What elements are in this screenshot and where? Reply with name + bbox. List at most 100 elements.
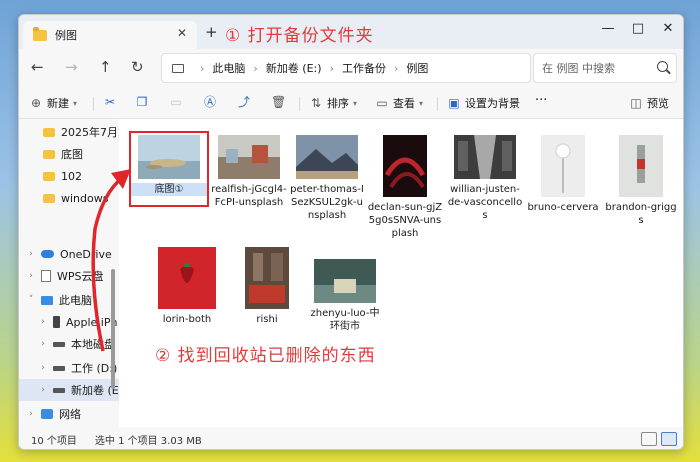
sidebar-item-onedrive[interactable]: › OneDrive: [19, 243, 119, 265]
sidebar-item-this-pc[interactable]: ˅ 此电脑: [19, 289, 119, 311]
sort-button[interactable]: ⇅ 排序 ▾: [309, 95, 357, 111]
file-item-peter-thomas[interactable]: peter-thomas-ISezKSUL2gk-unsplash: [289, 135, 365, 222]
back-button[interactable]: ←: [31, 58, 44, 76]
folder-icon: [43, 127, 55, 137]
sidebar-item-volume-e[interactable]: ›新加卷 (E:): [19, 379, 119, 401]
file-item-rishi[interactable]: rishi: [229, 247, 305, 326]
file-name: willian-justen-de-vasconcellos: [447, 184, 523, 221]
details-view-button[interactable]: [641, 432, 657, 446]
sidebar-item-base-images[interactable]: 底图: [19, 143, 119, 165]
search-icon[interactable]: [657, 61, 668, 72]
new-tab-button[interactable]: +: [205, 23, 218, 41]
breadcrumb-separator: ›: [200, 61, 205, 75]
preview-button[interactable]: ◫ 预览: [629, 95, 669, 111]
folder-icon: [43, 149, 55, 159]
file-item-bruno-cervera[interactable]: bruno-cervera: [525, 135, 601, 214]
file-item-declan-sun[interactable]: declan-sun-gjZ5g0sSNVA-unsplash: [367, 135, 443, 240]
file-explorer-window: 例图 ✕ + ① 打开备份文件夹 — □ ✕ ← → ↑ ↻ › 此电脑 › 新…: [18, 14, 684, 450]
chevron-right-icon[interactable]: ›: [37, 339, 49, 349]
minimize-button[interactable]: —: [593, 21, 623, 36]
breadcrumb-volume-e[interactable]: 新加卷 (E:): [266, 60, 322, 76]
sidebar-item-wps-cloud[interactable]: › WPS云盘: [19, 265, 119, 287]
more-button[interactable]: ···: [535, 93, 547, 108]
rename-button[interactable]: Ⓐ: [203, 95, 221, 109]
file-item-willian-justen[interactable]: willian-justen-de-vasconcellos: [447, 135, 523, 222]
sidebar-item-102[interactable]: 102: [19, 165, 119, 187]
new-label: 新建: [47, 97, 69, 110]
sidebar-item-windows[interactable]: windows: [19, 187, 119, 209]
breadcrumb-this-pc[interactable]: 此电脑: [212, 60, 245, 76]
share-icon: ⤴: [237, 95, 250, 109]
maximize-button[interactable]: □: [623, 21, 653, 36]
sidebar-item-network[interactable]: › 网络: [19, 403, 119, 425]
large-icons-view-button[interactable]: [661, 432, 677, 446]
chevron-right-icon[interactable]: ›: [37, 385, 49, 395]
file-name: rishi: [256, 314, 278, 325]
view-button[interactable]: ▭ 查看 ▾: [375, 95, 423, 111]
thumbnail-bruno-cervera: [541, 135, 585, 197]
folder-icon: [33, 26, 47, 41]
sidebar-item-2025-folder[interactable]: 2025年7月2: [19, 121, 119, 143]
file-item-zhenyu-luo[interactable]: zhenyu-luo-中环街市: [307, 259, 383, 333]
chevron-down-icon: ▾: [419, 98, 424, 108]
close-window-button[interactable]: ✕: [653, 21, 683, 36]
file-item-realfish[interactable]: realfish-jGcgl4-FcPI-unsplash: [211, 135, 287, 209]
set-background-label: 设置为背景: [465, 97, 520, 110]
delete-button[interactable]: 🗑: [271, 95, 289, 109]
sidebar-scrollbar[interactable]: [111, 269, 115, 389]
sidebar-item-label: windows: [61, 191, 109, 205]
chevron-right-icon[interactable]: ›: [25, 271, 37, 281]
up-button[interactable]: ↑: [99, 58, 112, 76]
file-name: peter-thomas-ISezKSUL2gk-unsplash: [290, 184, 364, 221]
cut-button[interactable]: ✂: [103, 95, 121, 109]
file-name: realfish-jGcgl4-FcPI-unsplash: [211, 184, 287, 208]
refresh-button[interactable]: ↻: [131, 58, 144, 76]
breadcrumb-separator: ›: [329, 61, 334, 75]
view-icon: ▭: [376, 96, 388, 110]
search-input[interactable]: 在 例图 中搜索: [542, 60, 615, 76]
divider: [93, 97, 94, 111]
cloud-icon: [41, 250, 54, 258]
file-name: 底图①: [131, 183, 207, 196]
file-item-brandon-griggs[interactable]: brandon-griggs: [603, 135, 679, 227]
copy-icon: ❐: [136, 95, 148, 109]
chevron-right-icon[interactable]: ›: [37, 317, 49, 327]
folder-icon: [43, 193, 55, 203]
tab-current[interactable]: 例图 ✕: [23, 21, 197, 49]
clipboard-icon: ▭: [170, 95, 182, 109]
copy-button[interactable]: ❐: [135, 95, 153, 109]
set-background-button[interactable]: ▣ 设置为背景: [447, 95, 520, 111]
tab-title: 例图: [55, 29, 77, 42]
search-box[interactable]: 在 例图 中搜索: [533, 53, 677, 83]
file-item-base-image[interactable]: 底图①: [131, 135, 207, 196]
network-icon: [41, 409, 53, 419]
file-item-lorin-both[interactable]: lorin-both: [149, 247, 225, 326]
command-bar: ⊕ 新建 ▾ ✂ ❐ ▭ Ⓐ ⤴ 🗑 ⇅ 排序 ▾ ▭ 查看 ▾ ▣ 设置为背景…: [19, 87, 683, 119]
chevron-right-icon[interactable]: ›: [37, 363, 49, 373]
computer-icon: [41, 295, 53, 305]
forward-button[interactable]: →: [65, 58, 78, 76]
breadcrumb-work-backup[interactable]: 工作备份: [342, 60, 386, 76]
breadcrumb-example-images[interactable]: 例图: [406, 60, 428, 76]
folder-icon: [43, 171, 55, 181]
chevron-down-icon: ▾: [353, 98, 358, 108]
thumbnail-lorin-both: [158, 247, 216, 309]
paste-button[interactable]: ▭: [169, 95, 187, 109]
file-name: zhenyu-luo-中环街市: [310, 308, 380, 332]
tab-close-icon[interactable]: ✕: [177, 26, 187, 40]
address-bar[interactable]: › 此电脑 › 新加卷 (E:) › 工作备份 › 例图: [161, 53, 531, 83]
chevron-right-icon[interactable]: ›: [25, 409, 37, 419]
navigation-bar: ← → ↑ ↻ › 此电脑 › 新加卷 (E:) › 工作备份 › 例图 在 例…: [19, 49, 683, 87]
sidebar-item-label: 底图: [61, 148, 83, 161]
breadcrumb-separator: ›: [253, 61, 258, 75]
sidebar-item-local-disk[interactable]: › 本地磁盘 (: [19, 333, 119, 355]
drive-icon: [53, 341, 65, 347]
share-button[interactable]: ⤴: [237, 95, 255, 109]
sidebar-item-iphone[interactable]: › Apple iPh: [19, 311, 119, 333]
new-button[interactable]: ⊕ 新建 ▾: [29, 95, 77, 111]
sidebar-item-work-d[interactable]: › 工作 (D:): [19, 357, 119, 379]
divider: [299, 97, 300, 111]
chevron-right-icon[interactable]: ›: [25, 249, 37, 259]
sort-icon: ⇅: [310, 96, 322, 110]
chevron-down-icon[interactable]: ˅: [25, 295, 37, 305]
